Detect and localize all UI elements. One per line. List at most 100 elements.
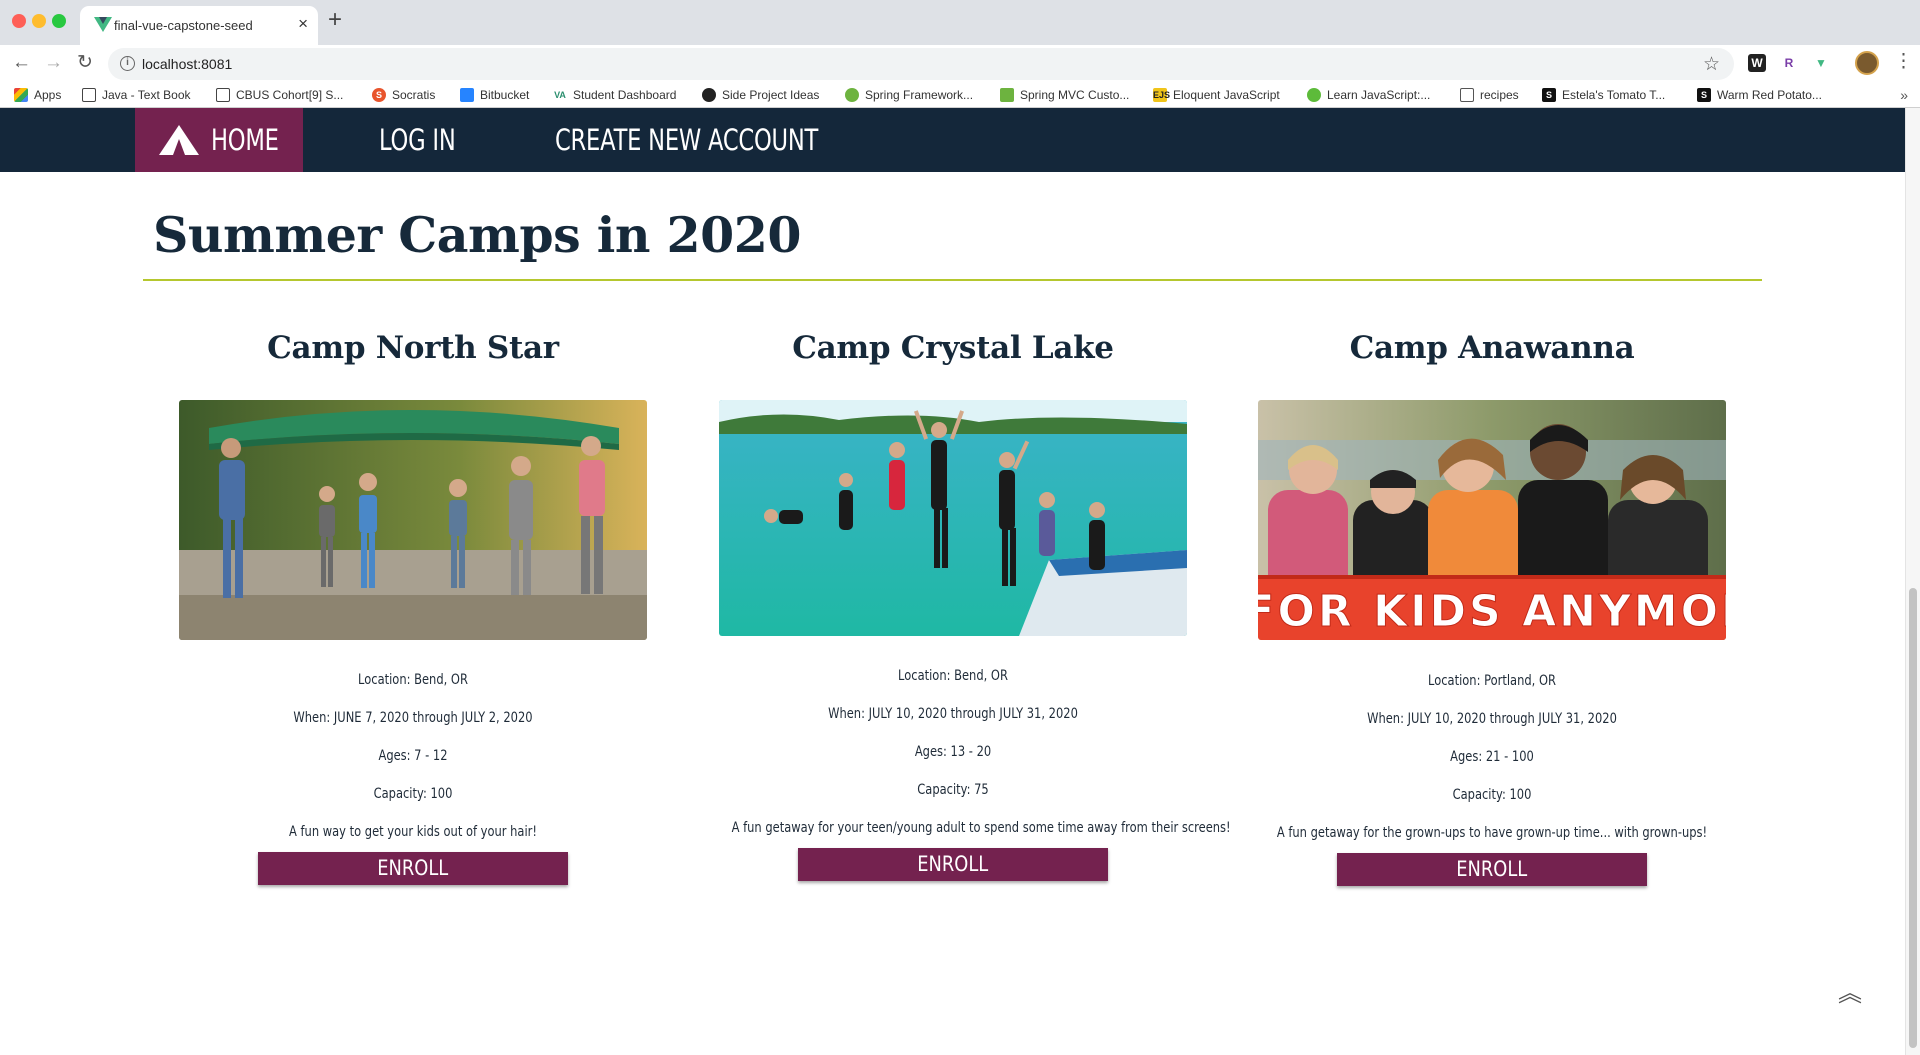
nav-create-account-link[interactable]: CREATE NEW ACCOUNT (555, 108, 818, 172)
trello-icon (216, 88, 230, 102)
tab-title: final-vue-capstone-seed (114, 18, 253, 33)
camp-location: Location: Bend, OR (358, 672, 468, 688)
folder-icon (1460, 88, 1474, 102)
camp-name: Camp Anawanna (1349, 330, 1635, 366)
camp-capacity: Capacity: 75 (917, 782, 989, 798)
camp-ages: Ages: 13 - 20 (914, 744, 992, 760)
extension-r-icon[interactable]: R (1780, 54, 1798, 72)
camp-card: Camp Crystal Lake Location: Bend, OR Whe… (683, 330, 1231, 881)
bookmark-recipes[interactable]: recipes (1460, 88, 1519, 102)
people-carrying-canoe-photo (179, 400, 647, 640)
enroll-button[interactable]: ENROLL (1337, 853, 1647, 886)
bookmark-label: Java - Text Book (102, 88, 191, 102)
enroll-button[interactable]: ENROLL (798, 848, 1108, 881)
close-window-button[interactable] (12, 14, 26, 28)
teens-jumping-into-lake-photo (719, 400, 1187, 636)
extension-w-icon[interactable]: W (1748, 54, 1766, 72)
vue-devtools-icon[interactable]: ▼ (1812, 54, 1830, 72)
bookmark-label: Bitbucket (480, 88, 530, 102)
banner-text: T FOR KIDS ANYMORE (1258, 586, 1726, 637)
bookmark-label: Eloquent JavaScript (1173, 88, 1280, 102)
bookmark-cbus-cohort[interactable]: CBUS Cohort[9] S... (216, 88, 343, 102)
bookmark-star-icon[interactable]: ☆ (1703, 53, 1720, 76)
camp-dates: When: JUNE 7, 2020 through JULY 2, 2020 (293, 710, 533, 726)
bookmark-learn-javascript[interactable]: Learn JavaScript:... (1307, 88, 1430, 102)
github-icon (702, 88, 716, 102)
bookmark-student-dashboard[interactable]: VA Student Dashboard (553, 88, 676, 102)
reload-icon[interactable]: ↻ (77, 53, 93, 72)
bookmark-java-text-book[interactable]: Java - Text Book (82, 88, 191, 102)
browser-toolbar: ← → ↻ i localhost:8081 ☆ W R ▼ ⋮ (0, 45, 1920, 84)
bookmark-label: CBUS Cohort[9] S... (236, 88, 344, 102)
scroll-to-top-icon[interactable]: ︽ (1838, 982, 1862, 1006)
page-title: Summer Camps in 2020 (153, 206, 801, 264)
enroll-label: ENROLL (377, 856, 449, 880)
bookmark-label: Learn JavaScript:... (1327, 88, 1431, 102)
camp-ages: Ages: 21 - 100 (1450, 749, 1534, 765)
camp-card: Camp Anawanna FOR KIDS ANYMO Location: P… (1222, 330, 1762, 886)
camp-description: A fun way to get your kids out of your h… (289, 824, 537, 840)
scrollbar-thumb[interactable] (1909, 588, 1917, 1048)
more-bookmarks-icon[interactable]: » (1900, 87, 1908, 103)
back-arrow-icon[interactable]: ← (12, 53, 31, 72)
nav-home-label: HOME (211, 123, 279, 157)
dashboard-icon: VA (553, 88, 567, 102)
bookmark-eloquent-javascript[interactable]: EJS Eloquent JavaScript (1153, 88, 1280, 102)
s-square-icon: S (1697, 88, 1711, 102)
site-info-icon[interactable]: i (120, 56, 135, 71)
camp-dates: When: JULY 10, 2020 through JULY 31, 202… (828, 706, 1078, 722)
camp-name: Camp North Star (267, 330, 559, 366)
camp-description: A fun getaway for the grown-ups to have … (1276, 825, 1708, 841)
minimize-window-button[interactable] (32, 14, 46, 28)
url-text[interactable]: localhost:8081 (142, 56, 232, 72)
bookmark-label: Warm Red Potato... (1717, 88, 1822, 102)
women-holding-banner-photo: T FOR KIDS ANYMORE (1258, 400, 1726, 640)
bookmark-label: Side Project Ideas (722, 88, 820, 102)
bookmark-socratis[interactable]: S Socratis (372, 88, 435, 102)
bookmark-label: Student Dashboard (573, 88, 677, 102)
address-bar[interactable]: i localhost:8081 ☆ (108, 48, 1734, 80)
spring-icon (845, 88, 859, 102)
apps-grid-icon (14, 88, 28, 102)
bookmark-label: Socratis (392, 88, 436, 102)
bookmark-spring-mvc[interactable]: Spring MVC Custo... (1000, 88, 1129, 102)
close-tab-icon[interactable]: × (298, 15, 308, 32)
camp-location: Location: Portland, OR (1428, 673, 1556, 689)
bookmark-label: Spring MVC Custo... (1020, 88, 1130, 102)
browser-tab-strip: final-vue-capstone-seed × + (0, 0, 1920, 45)
bookmark-spring-framework[interactable]: Spring Framework... (845, 88, 973, 102)
profile-avatar[interactable] (1855, 51, 1879, 75)
page-scrollbar[interactable] (1905, 108, 1920, 1055)
title-divider (143, 279, 1762, 281)
browser-tab[interactable]: final-vue-capstone-seed × (80, 6, 318, 45)
enroll-label: ENROLL (1456, 857, 1528, 881)
bookmark-label: Estela's Tomato T... (1562, 88, 1666, 102)
bookmark-label: Spring Framework... (865, 88, 974, 102)
camp-dates: When: JULY 10, 2020 through JULY 31, 202… (1367, 711, 1617, 727)
bookmark-apps[interactable]: Apps (14, 88, 61, 102)
bookmark-warm-red-potato[interactable]: S Warm Red Potato... (1697, 88, 1822, 102)
nav-home-link[interactable]: HOME (135, 108, 303, 172)
bookmark-side-project-ideas[interactable]: Side Project Ideas (702, 88, 819, 102)
nav-login-link[interactable]: LOG IN (379, 108, 456, 172)
s-square-icon: S (1542, 88, 1556, 102)
camp-ages: Ages: 7 - 12 (378, 748, 448, 764)
enroll-button[interactable]: ENROLL (258, 852, 568, 885)
page-viewport: HOME LOG IN CREATE NEW ACCOUNT Summer Ca… (0, 108, 1905, 1055)
bookmark-estelas-tomato[interactable]: S Estela's Tomato T... (1542, 88, 1665, 102)
ejs-icon: EJS (1153, 88, 1171, 102)
chrome-menu-icon[interactable]: ⋮ (1894, 52, 1913, 71)
forward-arrow-icon[interactable]: → (44, 53, 63, 72)
book-icon (82, 88, 96, 102)
socratis-icon: S (372, 88, 386, 102)
new-tab-button[interactable]: + (328, 8, 342, 32)
spring-mvc-icon (1000, 88, 1014, 102)
maximize-window-button[interactable] (52, 14, 66, 28)
camp-capacity: Capacity: 100 (373, 786, 453, 802)
bookmark-bitbucket[interactable]: Bitbucket (460, 88, 529, 102)
camp-name: Camp Crystal Lake (792, 330, 1114, 366)
bookmarks-bar: Apps Java - Text Book CBUS Cohort[9] S..… (0, 84, 1920, 108)
site-navbar: HOME LOG IN CREATE NEW ACCOUNT (0, 108, 1905, 172)
camp-description: A fun getaway for your teen/young adult … (731, 820, 1231, 836)
vue-favicon-icon (94, 17, 112, 32)
